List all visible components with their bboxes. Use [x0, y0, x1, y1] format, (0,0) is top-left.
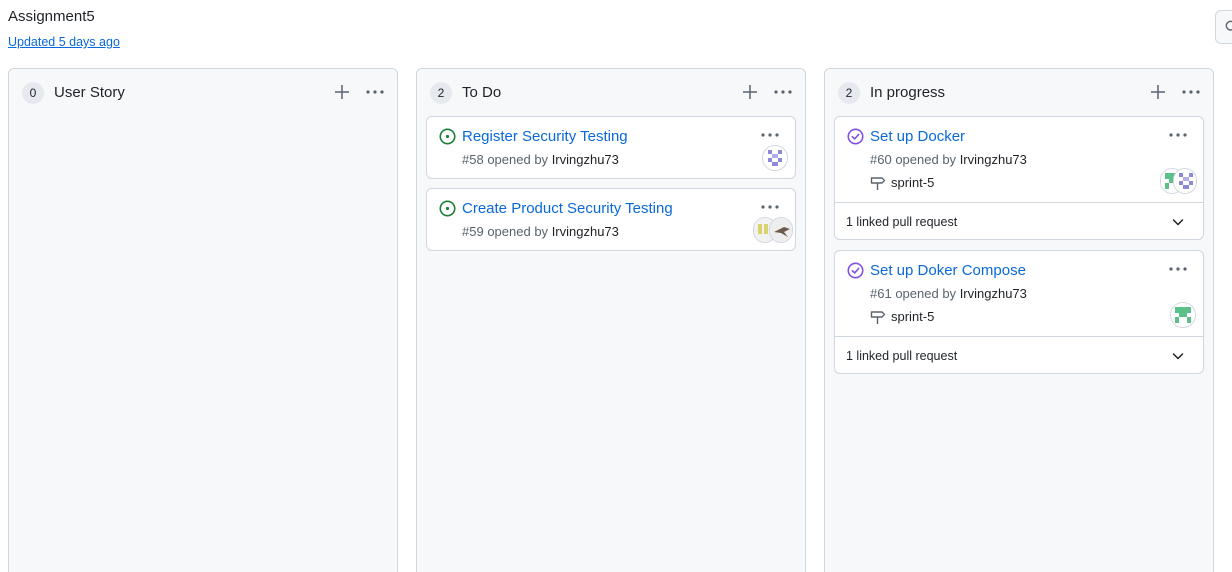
issue-meta: #61 opened by Irvingzhu73 [870, 286, 1027, 302]
project-header: Assignment5 Updated 5 days ago [8, 8, 120, 50]
issue-title-link[interactable]: Set up Docker [870, 127, 965, 146]
issue-title-link[interactable]: Set up Doker Compose [870, 261, 1026, 280]
column-count-badge: 0 [22, 82, 44, 104]
updated-link[interactable]: Updated 5 days ago [8, 35, 120, 50]
avatar[interactable] [769, 217, 793, 243]
column-title: To Do [462, 84, 502, 101]
column-count-badge: 2 [430, 82, 452, 104]
kebab-horizontal-icon[interactable] [363, 81, 387, 103]
column-title: In progress [870, 84, 946, 101]
column-to-do: 2 To Do Register Security Testing #58 op… [416, 68, 806, 572]
milestone-icon [870, 311, 886, 324]
kebab-horizontal-icon[interactable] [1179, 81, 1203, 103]
kebab-horizontal-icon[interactable] [1167, 261, 1189, 277]
column-user-story: 0 User Story [8, 68, 398, 572]
issue-number: #61 [870, 286, 892, 301]
plus-icon[interactable] [1147, 81, 1169, 103]
issue-number: #60 [870, 152, 892, 167]
milestone-label: sprint-5 [891, 309, 935, 324]
milestone-icon [870, 177, 886, 190]
column-count-badge: 2 [838, 82, 860, 104]
opened-by-text: opened by [895, 152, 957, 167]
bird-avatar-icon [770, 218, 792, 242]
linked-pull-requests[interactable]: 1 linked pull request [835, 336, 1203, 374]
kebab-horizontal-icon[interactable] [1167, 127, 1189, 143]
opened-by-text: opened by [895, 286, 957, 301]
kebab-horizontal-icon[interactable] [759, 199, 781, 215]
chevron-down-icon[interactable] [1171, 349, 1185, 363]
issue-meta: #59 opened by Irvingzhu73 [462, 224, 619, 240]
search-icon [1225, 20, 1232, 31]
column-header: 2 In progress [825, 69, 1213, 117]
issue-title-link[interactable]: Create Product Security Testing [462, 199, 673, 218]
issue-closed-icon [847, 262, 864, 279]
project-title: Assignment5 [8, 8, 95, 25]
issue-author[interactable]: Irvingzhu73 [960, 286, 1027, 301]
linked-pr-label: 1 linked pull request [846, 215, 958, 229]
issue-title-link[interactable]: Register Security Testing [462, 127, 628, 146]
issue-meta: #60 opened by Irvingzhu73 [870, 152, 1027, 168]
issue-opened-icon [439, 128, 456, 145]
chevron-down-icon[interactable] [1171, 215, 1185, 229]
issue-opened-icon [439, 200, 456, 217]
issue-card[interactable]: Set up Doker Compose #61 opened by Irvin… [834, 250, 1204, 374]
column-title: User Story [54, 84, 125, 101]
issue-card[interactable]: Register Security Testing #58 opened by … [426, 116, 796, 179]
issue-number: #59 [462, 224, 484, 239]
issue-author[interactable]: Irvingzhu73 [552, 224, 619, 239]
identicon-avatar-icon [763, 146, 787, 170]
milestone-label: sprint-5 [891, 175, 935, 190]
plus-icon[interactable] [739, 81, 761, 103]
column-in-progress: 2 In progress Set up Docker #60 opened b… [824, 68, 1214, 572]
avatar[interactable] [762, 145, 788, 171]
issue-number: #58 [462, 152, 484, 167]
identicon-avatar-icon [1171, 303, 1195, 327]
issue-author[interactable]: Irvingzhu73 [960, 152, 1027, 167]
issue-author[interactable]: Irvingzhu73 [552, 152, 619, 167]
kebab-horizontal-icon[interactable] [771, 81, 795, 103]
issue-meta: #58 opened by Irvingzhu73 [462, 152, 619, 168]
linked-pr-label: 1 linked pull request [846, 349, 958, 363]
opened-by-text: opened by [487, 224, 549, 239]
project-board: 0 User Story 2 To Do Register Security T… [0, 68, 1232, 572]
plus-icon[interactable] [331, 81, 353, 103]
issue-closed-icon [847, 128, 864, 145]
column-header: 2 To Do [417, 69, 805, 117]
avatar[interactable] [1173, 168, 1197, 194]
opened-by-text: opened by [487, 152, 549, 167]
identicon-avatar-icon [1174, 169, 1196, 193]
linked-pull-requests[interactable]: 1 linked pull request [835, 202, 1203, 240]
search-button[interactable] [1215, 10, 1232, 44]
issue-card[interactable]: Set up Docker #60 opened by Irvingzhu73 … [834, 116, 1204, 240]
column-header: 0 User Story [9, 69, 397, 117]
kebab-horizontal-icon[interactable] [759, 127, 781, 143]
issue-card[interactable]: Create Product Security Testing #59 open… [426, 188, 796, 251]
avatar[interactable] [1170, 302, 1196, 328]
